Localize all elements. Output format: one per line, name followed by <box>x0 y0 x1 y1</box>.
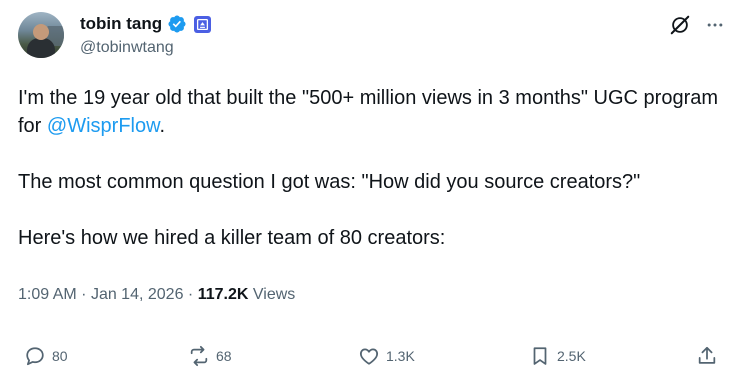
share-icon <box>698 346 716 364</box>
tweet-paragraph-1-suffix: . <box>159 115 165 137</box>
author-display-name[interactable]: tobin tang <box>80 14 162 34</box>
more-options-icon[interactable] <box>705 15 725 40</box>
author-name-row: tobin tang <box>80 14 212 34</box>
like-icon <box>359 348 379 365</box>
bookmark-button[interactable]: 2.5K <box>529 345 586 367</box>
views-label: Views <box>252 286 296 303</box>
meta-separator-2: · <box>187 286 194 303</box>
repost-icon <box>190 345 208 367</box>
repost-button[interactable]: 68 <box>188 345 232 367</box>
reply-icon <box>26 347 44 366</box>
like-button[interactable]: 1.3K <box>358 345 415 367</box>
tweet-date[interactable]: Jan 14, 2026 <box>91 286 184 303</box>
meta-separator-1: · <box>81 286 87 303</box>
author-handle[interactable]: @tobinwtang <box>80 39 174 57</box>
tweet-time[interactable]: 1:09 AM <box>18 286 77 303</box>
repost-count: 68 <box>216 348 232 364</box>
tweet-text: I'm the 19 year old that built the "500+… <box>18 84 728 280</box>
reply-count: 80 <box>52 348 68 364</box>
avatar-body <box>27 38 55 58</box>
share-button[interactable] <box>696 345 718 367</box>
reply-button[interactable]: 80 <box>24 345 68 367</box>
verified-badge-icon[interactable] <box>167 14 187 34</box>
bookmark-count: 2.5K <box>557 348 586 364</box>
tweet-paragraph-2: The most common question I got was: "How… <box>18 171 641 193</box>
tweet-paragraph-1: I'm the 19 year old that built the "500+… <box>18 84 728 140</box>
tweet-paragraph-3: Here's how we hired a killer team of 80 … <box>18 227 446 249</box>
top-actions <box>669 14 725 41</box>
avatar[interactable] <box>18 12 64 58</box>
bookmark-icon <box>533 347 547 365</box>
affiliate-badge-icon[interactable] <box>194 15 212 33</box>
views-count[interactable]: 117.2K <box>198 286 249 303</box>
avatar-face <box>33 24 49 40</box>
tweet-meta: 1:09 AM · Jan 14, 2026 · 117.2K Views <box>18 286 295 304</box>
grok-icon[interactable] <box>669 14 691 41</box>
tweet-actions: 80 68 1.3K 2.5K <box>24 345 727 375</box>
like-count: 1.3K <box>386 348 415 364</box>
mention-link[interactable]: @WisprFlow <box>47 115 160 137</box>
